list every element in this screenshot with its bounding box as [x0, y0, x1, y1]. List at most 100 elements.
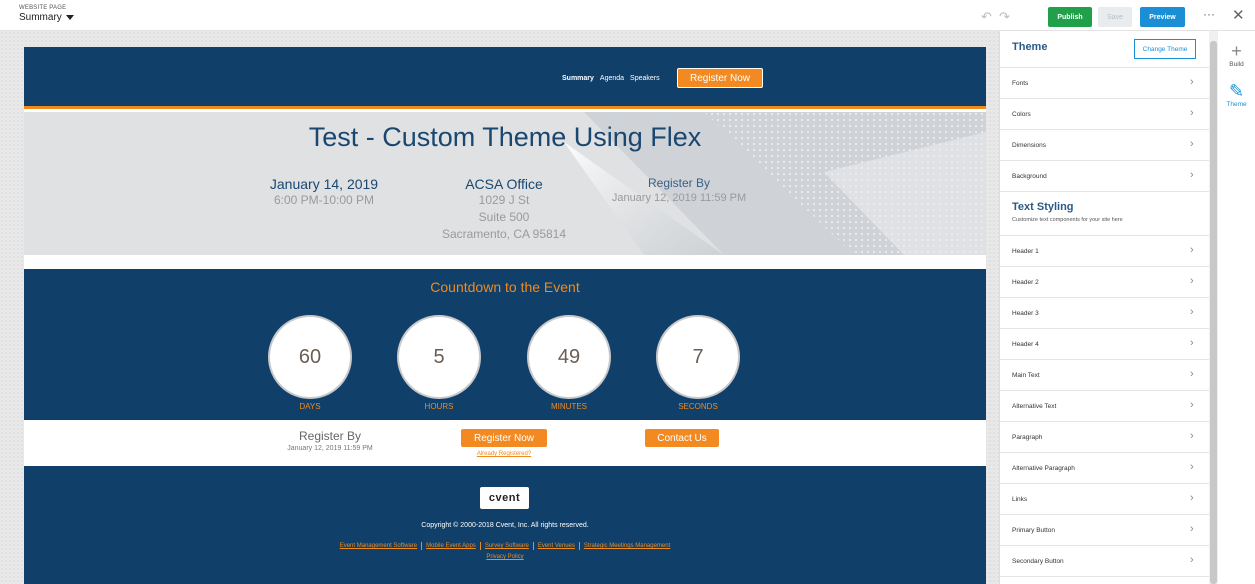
footer-link-event-management[interactable]: Event Management Software — [336, 542, 423, 550]
rail-build[interactable]: + Build — [1218, 41, 1255, 68]
text-item-primary-button[interactable]: Primary Button › — [1000, 515, 1210, 546]
register-by-label: Register By — [647, 176, 711, 190]
text-styling-header: Text Styling Customize text components f… — [1000, 192, 1210, 236]
theme-item-label: Colors — [1012, 111, 1031, 118]
publish-button[interactable]: Publish — [1048, 7, 1092, 27]
text-item-label: Primary Button — [1012, 527, 1055, 534]
register-by-block: Register By January 12, 2019 11:59 PM — [594, 176, 764, 207]
event-date-block: January 14, 2019 6:00 PM-10:00 PM — [254, 176, 394, 209]
right-rail: + Build ✎ Theme — [1218, 31, 1255, 584]
hero-banner: Test - Custom Theme Using Flex January 1… — [24, 112, 986, 255]
theme-item-label: Fonts — [1012, 80, 1029, 87]
text-item-alternative-paragraph[interactable]: Alternative Paragraph › — [1000, 453, 1210, 484]
theme-item-fonts[interactable]: Fonts › — [1000, 68, 1210, 99]
nav-link-summary[interactable]: Summary — [562, 75, 594, 82]
privacy-policy-link[interactable]: Privacy Policy — [24, 554, 986, 560]
scrollbar-thumb[interactable] — [1210, 41, 1217, 584]
theme-item-label: Background — [1012, 173, 1047, 180]
rail-theme[interactable]: ✎ Theme — [1218, 81, 1255, 108]
event-title: Test - Custom Theme Using Flex — [308, 122, 702, 152]
footer-link-mobile-apps[interactable]: Mobile Event Apps — [422, 542, 481, 550]
chevron-right-icon: › — [1190, 523, 1194, 535]
text-item-secondary-button[interactable]: Secondary Button › — [1000, 546, 1210, 577]
already-registered-link[interactable]: Already Registered? — [461, 451, 547, 457]
chevron-right-icon: › — [1190, 244, 1194, 256]
text-item-header-3[interactable]: Header 3 › — [1000, 298, 1210, 329]
footer-link-strategic-meetings[interactable]: Strategic Meetings Management — [580, 542, 674, 550]
register-now-button[interactable]: Register Now — [461, 429, 547, 447]
countdown-title: Countdown to the Event — [430, 279, 580, 295]
countdown-minutes: 49 — [527, 315, 611, 399]
venue-name: ACSA Office — [465, 176, 543, 192]
cvent-logo: cvent — [480, 487, 529, 509]
nav-link-speakers[interactable]: Speakers — [630, 75, 660, 82]
text-item-label: Secondary Button — [1012, 558, 1064, 565]
change-theme-button[interactable]: Change Theme — [1134, 39, 1196, 59]
text-item-label: Paragraph — [1012, 434, 1043, 441]
chevron-right-icon: › — [1190, 76, 1194, 88]
event-time: 6:00 PM-10:00 PM — [273, 193, 375, 207]
chevron-right-icon: › — [1190, 337, 1194, 349]
countdown-days: 60 — [268, 315, 352, 399]
rail-build-label: Build — [1229, 61, 1244, 68]
venue-address-2: Suite 500 — [478, 210, 530, 224]
countdown-seconds-label: SECONDS — [678, 402, 718, 411]
footer-link-survey[interactable]: Survey Software — [481, 542, 534, 550]
text-item-header-1[interactable]: Header 1 › — [1000, 236, 1210, 267]
event-date: January 14, 2019 — [269, 176, 379, 192]
page-selector-label: Summary — [19, 12, 62, 23]
theme-panel-header: Theme Change Theme — [1000, 31, 1210, 68]
preview-button[interactable]: Preview — [1140, 7, 1185, 27]
theme-panel: Theme Change Theme Fonts › Colors › Dime… — [999, 31, 1210, 584]
event-venue-block: ACSA Office 1029 J St Suite 500 Sacramen… — [434, 176, 574, 243]
register-by-deadline: January 12, 2019 11:59 PM — [287, 445, 373, 452]
brush-icon: ✎ — [1228, 81, 1245, 101]
caret-down-icon — [65, 15, 74, 20]
chevron-right-icon: › — [1190, 430, 1194, 442]
footer-link-venues[interactable]: Event Venues — [534, 542, 580, 550]
chevron-right-icon: › — [1190, 399, 1194, 411]
copyright-text: Copyright © 2000-2018 Cvent, Inc. All ri… — [421, 522, 589, 529]
text-item-paragraph[interactable]: Paragraph › — [1000, 422, 1210, 453]
theme-panel-title: Theme — [1012, 41, 1048, 53]
theme-item-colors[interactable]: Colors › — [1000, 99, 1210, 130]
venue-address-3: Sacramento, CA 95814 — [441, 227, 567, 241]
text-item-label: Alternative Paragraph — [1012, 465, 1075, 472]
text-item-main-text[interactable]: Main Text › — [1000, 360, 1210, 391]
close-icon[interactable]: ✕ — [1232, 6, 1245, 24]
chevron-right-icon: › — [1190, 169, 1194, 181]
register-by-date: January 12, 2019 11:59 PM — [611, 192, 747, 204]
text-styling-title: Text Styling — [1012, 201, 1074, 213]
save-button[interactable]: Save — [1098, 7, 1132, 27]
undo-icon[interactable]: ↶ — [981, 9, 992, 25]
chevron-right-icon: › — [1190, 461, 1194, 473]
text-item-links[interactable]: Links › — [1000, 484, 1210, 515]
site-nav: Summary Agenda Speakers Register Now — [24, 47, 986, 109]
countdown-hours: 5 — [397, 315, 481, 399]
countdown-section: Countdown to the Event 60 DAYS 5 HOURS 4… — [24, 269, 986, 420]
more-options-icon[interactable]: ··· — [1203, 7, 1215, 21]
text-item-header-4[interactable]: Header 4 › — [1000, 329, 1210, 360]
chevron-right-icon: › — [1190, 275, 1194, 287]
theme-item-background[interactable]: Background › — [1000, 161, 1210, 192]
text-item-alternative-text[interactable]: Alternative Text › — [1000, 391, 1210, 422]
plus-icon: + — [1231, 41, 1242, 61]
contact-us-button[interactable]: Contact Us — [645, 429, 719, 447]
countdown-hours-label: HOURS — [424, 402, 454, 411]
text-item-label: Header 2 — [1012, 279, 1039, 286]
site-footer: cvent Copyright © 2000-2018 Cvent, Inc. … — [24, 466, 986, 584]
panel-scrollbar[interactable] — [1209, 31, 1218, 584]
chevron-right-icon: › — [1190, 368, 1194, 380]
countdown-days-label: DAYS — [299, 402, 321, 411]
nav-link-agenda[interactable]: Agenda — [600, 75, 624, 82]
nav-register-button[interactable]: Register Now — [677, 68, 763, 88]
text-item-label: Header 1 — [1012, 248, 1039, 255]
redo-icon[interactable]: ↷ — [999, 9, 1010, 25]
theme-item-dimensions[interactable]: Dimensions › — [1000, 130, 1210, 161]
chevron-right-icon: › — [1190, 492, 1194, 504]
chevron-right-icon: › — [1190, 107, 1194, 119]
text-item-header-2[interactable]: Header 2 › — [1000, 267, 1210, 298]
nav-links: Summary Agenda Speakers — [562, 75, 660, 82]
page-selector[interactable]: Summary — [19, 12, 74, 23]
countdown-seconds: 7 — [656, 315, 740, 399]
